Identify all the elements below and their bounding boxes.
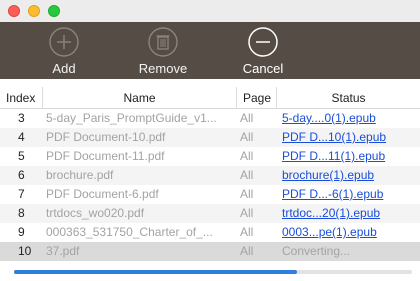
add-button-label: Add [52,61,76,76]
row-file-name: PDF Document-6.pdf [46,187,159,201]
row-page: All [240,225,254,239]
title-bar [0,0,420,22]
row-status-text: Converting... [282,244,351,258]
row-index: 6 [18,168,25,182]
row-status-link[interactable]: 5-day....0(1).epub [282,109,418,128]
row-index: 8 [18,206,25,220]
row-file-name: brochure.pdf [46,168,114,182]
row-index: 10 [18,244,32,258]
row-status-link[interactable]: trtdoc...20(1).epub [282,204,418,223]
column-header-name[interactable]: Name [42,87,236,109]
toolbar: Add Remove Cancel [0,22,420,79]
row-page: All [240,111,254,125]
conversion-table: Index Name Page Status 3 5-day_Paris_Pro… [0,87,420,261]
row-status-link[interactable]: PDF D...11(1).epub [282,147,418,166]
column-header-index[interactable]: Index [0,87,42,109]
row-page: All [240,244,254,258]
conversion-progress-bar [14,270,412,274]
minus-circle-icon [248,27,278,57]
table-row[interactable]: 3 5-day_Paris_PromptGuide_v1... All 5-da… [0,109,420,128]
row-page: All [240,149,254,163]
column-header-status[interactable]: Status [276,87,420,109]
table-row[interactable]: 6 brochure.pdf All brochure(1).epub [0,166,420,185]
row-index: 7 [18,187,25,201]
table-row[interactable]: 8 trtdocs_wo020.pdf All trtdoc...20(1).e… [0,204,420,223]
row-file-name: trtdocs_wo020.pdf [46,206,145,220]
row-index: 4 [18,130,25,144]
add-button[interactable]: Add [29,26,99,78]
row-page: All [240,187,254,201]
trash-icon [148,27,178,57]
row-file-name: 000363_531750_Charter_of_... [46,225,213,239]
row-page: All [240,168,254,182]
conversion-progress-fill [14,270,297,274]
row-status-link[interactable]: PDF D...10(1).epub [282,128,418,147]
zoom-window-button[interactable] [48,5,60,17]
row-file-name: 37.pdf [46,244,80,258]
row-status-link[interactable]: brochure(1).epub [282,166,418,185]
row-file-name: PDF Document-10.pdf [46,130,166,144]
row-index: 9 [18,225,25,239]
remove-button-label: Remove [138,61,188,76]
row-page: All [240,130,254,144]
minimize-window-button[interactable] [28,5,40,17]
table-header: Index Name Page Status [0,87,420,109]
cancel-button-label: Cancel [242,61,284,76]
plus-circle-icon [49,27,79,57]
close-window-button[interactable] [8,5,20,17]
row-file-name: PDF Document-11.pdf [46,149,165,163]
remove-button[interactable]: Remove [128,26,198,78]
row-status-link[interactable]: PDF D...-6(1).epub [282,185,418,204]
column-header-page[interactable]: Page [236,87,276,109]
table-row[interactable]: 9 000363_531750_Charter_of_... All 0003.… [0,223,420,242]
row-status-link[interactable]: 0003...pe(1).epub [282,223,418,242]
row-index: 3 [18,111,25,125]
row-file-name: 5-day_Paris_PromptGuide_v1... [46,111,217,125]
row-page: All [240,206,254,220]
table-row[interactable]: 7 PDF Document-6.pdf All PDF D...-6(1).e… [0,185,420,204]
table-row[interactable]: 4 PDF Document-10.pdf All PDF D...10(1).… [0,128,420,147]
row-index: 5 [18,149,25,163]
table-row-converting[interactable]: 10 37.pdf All Converting... [0,242,420,261]
cancel-button[interactable]: Cancel [228,26,298,78]
table-row[interactable]: 5 PDF Document-11.pdf All PDF D...11(1).… [0,147,420,166]
